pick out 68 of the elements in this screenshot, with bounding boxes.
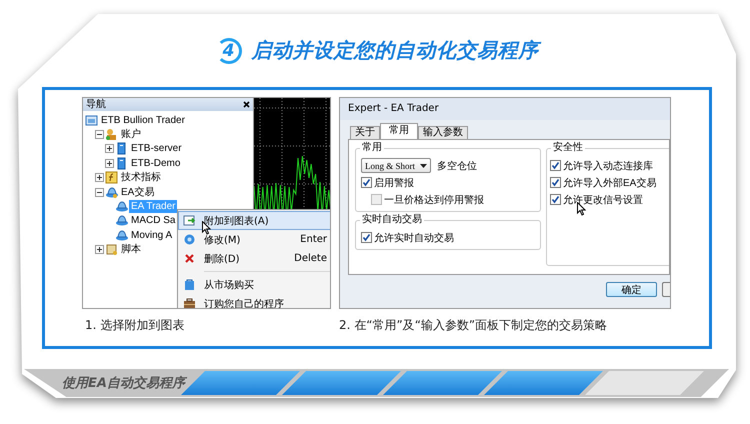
hat-icon — [115, 228, 128, 242]
checkbox[interactable] — [361, 232, 372, 243]
tree-item[interactable]: 技术指标 — [119, 171, 163, 184]
tree-item[interactable]: Moving A — [129, 228, 174, 242]
tree-item[interactable]: ETB-Demo — [129, 156, 182, 170]
menu-item[interactable]: 从市场购买 — [178, 275, 330, 294]
ok-button[interactable]: 确定 — [606, 282, 657, 297]
caption: 2. 在“常用”及“输入参数”面板下制定您的交易策略 — [339, 317, 608, 334]
menu-item[interactable]: 删除(D) Delete — [178, 249, 330, 268]
menu-item-label: 从市场购买 — [204, 278, 255, 292]
cut-off-button[interactable] — [662, 282, 670, 297]
checkbox-label: 允许导入动态连接库 — [563, 160, 653, 172]
expand-toggle[interactable] — [105, 144, 114, 154]
tree-item[interactable]: MACD Sa — [129, 214, 178, 228]
expand-toggle[interactable] — [105, 158, 114, 168]
menu-item-label: 订购您自己的程序 — [204, 298, 285, 308]
group-title: 常用 — [360, 142, 384, 154]
checkbox[interactable] — [361, 177, 372, 188]
server-icon — [115, 142, 128, 156]
checkbox-label: 允许导入外部EA交易 — [563, 176, 656, 190]
checkbox[interactable] — [550, 194, 561, 205]
caption: 1. 选择附加到图表 — [85, 317, 186, 334]
bag-icon — [183, 278, 196, 291]
terminal-icon — [85, 114, 98, 127]
menu-item-label: 附加到图表(A) — [204, 214, 270, 228]
menu-item-label: 删除(D) — [204, 252, 241, 266]
menu-item[interactable]: 修改(M) Enter — [178, 230, 330, 249]
group-title: 安全性 — [551, 142, 585, 154]
checkbox[interactable] — [550, 160, 561, 171]
menu-item[interactable]: 订购您自己的程序 — [178, 294, 330, 308]
briefcase-icon — [183, 297, 196, 308]
tree-item[interactable]: ETB-server — [129, 142, 184, 156]
tree-item[interactable]: EA交易 — [119, 186, 156, 199]
checkbox-label: 允许实时自动交易 — [374, 232, 454, 244]
hat-icon — [105, 186, 118, 199]
expand-toggle[interactable] — [95, 245, 104, 254]
close-icon[interactable] — [243, 101, 250, 108]
expand-toggle[interactable] — [95, 188, 104, 197]
panel-title: 导航 — [86, 98, 106, 110]
tree-item[interactable]: ETB Bullion Trader — [99, 114, 187, 127]
cross-icon — [183, 252, 196, 265]
people-icon — [105, 128, 118, 142]
tab[interactable]: 常用 — [380, 123, 418, 139]
server-icon — [115, 156, 128, 170]
tree-item[interactable]: 脚本 — [119, 243, 143, 256]
shortcut-label: Delete — [294, 253, 327, 264]
hat-icon — [115, 200, 128, 214]
caret-icon — [420, 164, 428, 168]
tab[interactable]: 输入参数 — [418, 126, 468, 139]
dialog-title: Expert - EA Trader — [340, 98, 670, 120]
function-icon — [105, 171, 118, 184]
checkbox[interactable] — [550, 177, 561, 188]
dropdown[interactable]: Long & Short — [361, 158, 432, 173]
field-label: 多空仓位 — [437, 160, 478, 172]
shortcut-label: Enter — [300, 234, 327, 245]
checkbox[interactable] — [371, 194, 382, 205]
group-title: 实时自动交易 — [360, 214, 424, 226]
footer-title: 使用EA自动交易程序 — [62, 374, 185, 392]
menu-item-label: 修改(M) — [204, 234, 242, 246]
checkbox-label: 允许更改信号设置 — [563, 194, 643, 206]
expand-toggle[interactable] — [95, 173, 104, 182]
checkbox-label: 启用警报 — [374, 176, 414, 190]
tree-item[interactable]: 账户 — [119, 128, 143, 142]
hat-icon — [115, 214, 128, 228]
expand-toggle[interactable] — [95, 130, 104, 140]
tab[interactable]: 关于 — [350, 126, 380, 139]
menu-item[interactable]: 附加到图表(A) — [178, 211, 330, 230]
checkbox-label: 一旦价格达到停用警报 — [384, 194, 484, 206]
